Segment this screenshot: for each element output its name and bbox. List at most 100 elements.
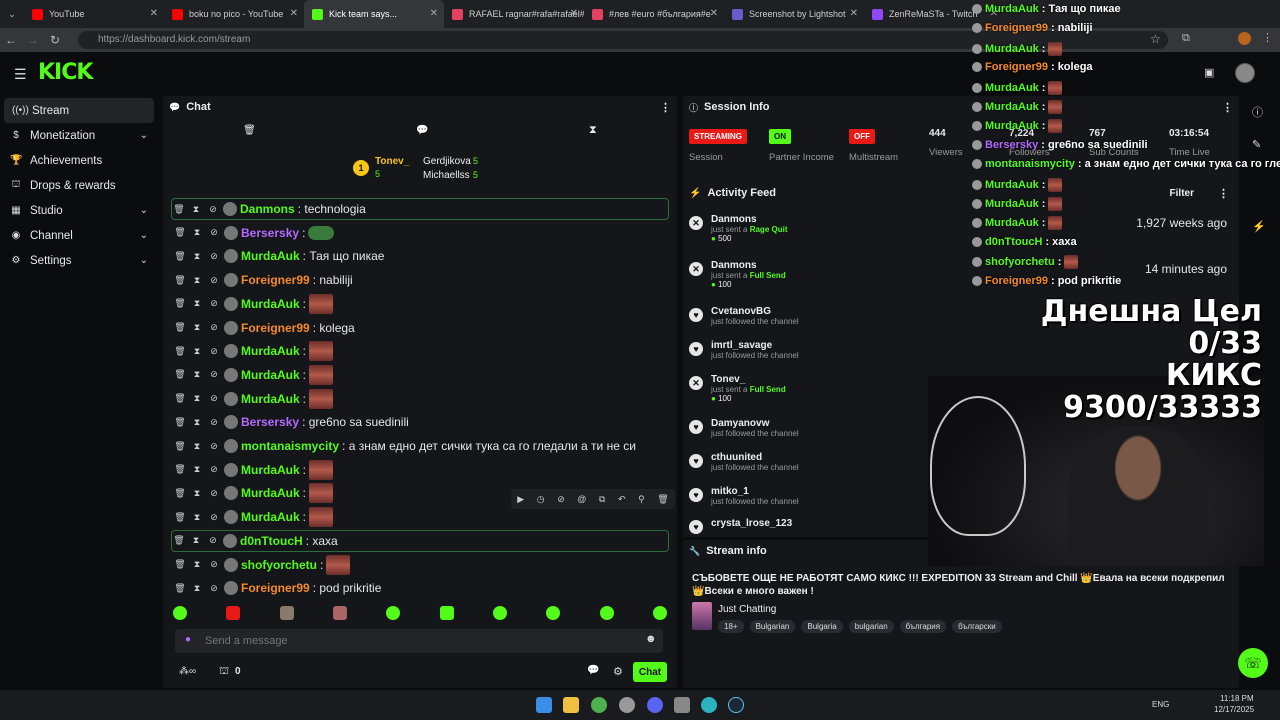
- activity-item[interactable]: ✕ Tonev_ just sent a Full Send ● 100: [689, 374, 786, 403]
- chat-message[interactable]: 🗑 ⧗ ⊘ MurdaAuk:: [173, 293, 334, 315]
- timeout-icon[interactable]: ⧗: [190, 488, 204, 499]
- delete-icon[interactable]: 🗑: [173, 512, 187, 523]
- delete-icon[interactable]: 🗑: [172, 535, 186, 546]
- ban-icon[interactable]: ⊘: [207, 441, 221, 452]
- timeout-icon[interactable]: ⧗: [190, 464, 204, 475]
- status-badge[interactable]: STREAMING: [689, 129, 747, 144]
- trash-icon[interactable]: 🗑: [243, 125, 256, 136]
- emote-icon[interactable]: [652, 606, 667, 620]
- ban-icon[interactable]: ⊘: [207, 298, 221, 309]
- timeout-icon[interactable]: ⧗: [190, 583, 204, 594]
- ban-icon[interactable]: ⊘: [207, 488, 221, 499]
- chat-menu-icon[interactable]: ⋮: [660, 101, 671, 114]
- timeout-icon[interactable]: ⧗: [190, 346, 204, 357]
- ban-icon[interactable]: ⊘: [557, 494, 565, 505]
- bolt-icon[interactable]: ⚡: [1252, 220, 1266, 233]
- chat-username[interactable]: MurdaAuk: [241, 249, 300, 263]
- file-explorer-icon[interactable]: [563, 697, 579, 713]
- tab-search-icon[interactable]: ⌄: [0, 9, 24, 20]
- sidebar-item-channel[interactable]: ◉ Channel ⌄: [0, 223, 162, 248]
- emote-icon[interactable]: [279, 606, 294, 620]
- settings-gear-icon[interactable]: ⚙: [613, 665, 623, 678]
- chat-username[interactable]: Foreigner99: [241, 273, 310, 287]
- timeout-icon[interactable]: ⧗: [190, 559, 204, 570]
- stream-tag[interactable]: български: [952, 620, 1002, 633]
- emote-icon[interactable]: [386, 606, 401, 620]
- chat-username[interactable]: Bersersky: [241, 226, 299, 240]
- stream-tag[interactable]: Bulgaria: [801, 620, 843, 633]
- browser-tab[interactable]: Screenshot by Lightshot ✕: [724, 0, 864, 28]
- chat-username[interactable]: montanaismycity: [241, 439, 339, 453]
- webcam-preview-icon[interactable]: ▣: [1204, 66, 1214, 79]
- browser-menu-icon[interactable]: ⋮: [1262, 31, 1273, 44]
- edit-icon[interactable]: ✎: [1252, 138, 1261, 151]
- sidebar-item-drops-rewards[interactable]: ⛫ Drops & rewards: [0, 173, 162, 198]
- stream-tag[interactable]: 18+: [718, 620, 744, 633]
- activity-username[interactable]: Danmons: [711, 214, 787, 225]
- ban-icon[interactable]: ⊘: [207, 417, 221, 428]
- ban-icon[interactable]: ⊘: [207, 227, 221, 238]
- browser-tab[interactable]: boku no pico - YouTube ✕: [164, 0, 304, 28]
- session-menu-icon[interactable]: ⋮: [1222, 101, 1233, 114]
- chat-username[interactable]: Foreigner99: [241, 321, 310, 335]
- ban-icon[interactable]: ⊘: [207, 275, 221, 286]
- emote-icon[interactable]: [492, 606, 507, 620]
- settings-icon[interactable]: [674, 697, 690, 713]
- chat-username[interactable]: MurdaAuk: [241, 486, 300, 500]
- hourglass-icon[interactable]: ⧗: [589, 124, 597, 137]
- chat-message[interactable]: 🗑 ⧗ ⊘ MurdaAuk:: [173, 388, 334, 410]
- emote-icon[interactable]: [599, 606, 614, 620]
- delete-icon[interactable]: 🗑: [173, 322, 187, 333]
- chat-message[interactable]: 🗑 ⧗ ⊘ MurdaAuk: Тая що пикае: [173, 245, 384, 267]
- chat-username[interactable]: Danmons: [240, 202, 295, 216]
- delete-icon[interactable]: 🗑: [173, 227, 187, 238]
- copy-icon[interactable]: ⧉: [599, 494, 605, 505]
- chat-message[interactable]: 🗑 ⧗ ⊘ Bersersky:: [173, 222, 335, 244]
- delete-icon[interactable]: 🗑: [173, 393, 187, 404]
- forward-icon[interactable]: →: [22, 33, 44, 47]
- chat-username[interactable]: MurdaAuk: [241, 392, 300, 406]
- chrome-icon[interactable]: [591, 697, 607, 713]
- chat-bubble-icon[interactable]: 💬: [587, 665, 599, 676]
- emote-icon[interactable]: [226, 606, 241, 620]
- chat-message[interactable]: 🗑 ⧗ ⊘ montanaismycity: а знам едно дет сичк…: [173, 435, 636, 457]
- stream-tag[interactable]: bulgarian: [848, 620, 894, 633]
- mic-icon[interactable]: ●: [185, 634, 191, 645]
- chat-mode-icon[interactable]: 💬: [416, 125, 428, 136]
- activity-item[interactable]: ♥ cthuunited just followed the channel: [689, 452, 799, 472]
- activity-item[interactable]: ✕ Danmons just sent a Full Send ● 100: [689, 260, 786, 289]
- delete-icon[interactable]: 🗑: [173, 369, 187, 380]
- timeout-icon[interactable]: ⧗: [189, 204, 203, 215]
- chevron-down-icon[interactable]: ⌄: [140, 130, 148, 141]
- timeout-icon[interactable]: ⧗: [190, 512, 204, 523]
- profile-icon[interactable]: [1238, 32, 1251, 45]
- timeout-icon[interactable]: ⧗: [190, 275, 204, 286]
- steam-icon[interactable]: [728, 697, 744, 713]
- activity-item[interactable]: ♥ crysta_lrose_123: [689, 518, 792, 534]
- support-chat-button[interactable]: ☏: [1238, 648, 1268, 678]
- chat-message[interactable]: 🗑 ⧗ ⊘ MurdaAuk:: [173, 364, 334, 386]
- info-icon[interactable]: ⓘ: [1252, 104, 1263, 120]
- timeout-icon[interactable]: ⧗: [190, 251, 204, 262]
- chat-message[interactable]: 🗑 ⧗ ⊘ shofyorchetu:: [173, 554, 351, 576]
- activity-username[interactable]: Damyanovw: [711, 418, 799, 429]
- chat-username[interactable]: MurdaAuk: [241, 463, 300, 477]
- stream-title[interactable]: СЪБОВЕТЕ ОЩЕ НЕ РАБОТЯТ САМО КИКС !!! EX…: [692, 572, 1232, 598]
- chat-username[interactable]: MurdaAuk: [241, 297, 300, 311]
- ban-icon[interactable]: ⊘: [207, 251, 221, 262]
- timeout-icon[interactable]: ⧗: [190, 369, 204, 380]
- delete-icon[interactable]: 🗑: [173, 417, 187, 428]
- extensions-icon[interactable]: ⧉: [1182, 32, 1190, 45]
- activity-username[interactable]: Tonev_: [711, 374, 786, 385]
- chat-username[interactable]: Bersersky: [241, 415, 299, 429]
- activity-username[interactable]: mitko_1: [711, 486, 799, 497]
- gift-icon[interactable]: ⛫: [219, 665, 229, 679]
- clock-date[interactable]: 12/17/2025: [1214, 705, 1254, 714]
- kick-logo[interactable]: KICK: [38, 60, 93, 85]
- back-icon[interactable]: ←: [0, 33, 22, 47]
- app-icon[interactable]: [619, 697, 635, 713]
- timeout-icon[interactable]: ⧗: [189, 535, 203, 546]
- activity-username[interactable]: CvetanovBG: [711, 306, 799, 317]
- delete-icon[interactable]: 🗑: [173, 298, 187, 309]
- stream-tag[interactable]: българия: [899, 620, 947, 633]
